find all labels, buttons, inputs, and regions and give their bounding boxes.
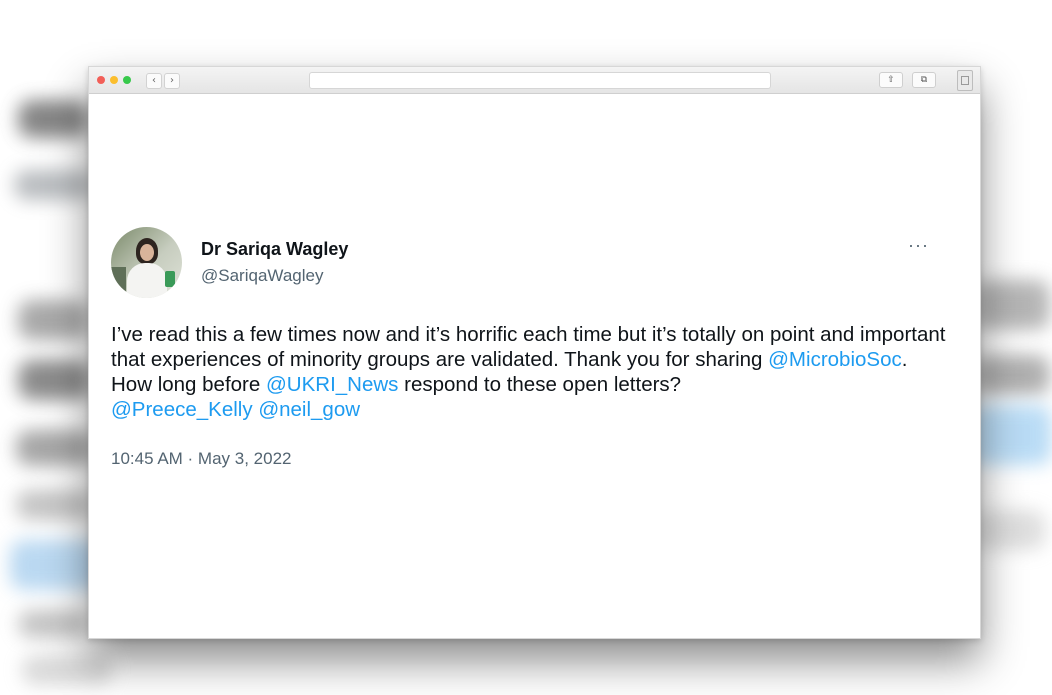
blurred-block <box>18 610 88 638</box>
back-button[interactable]: ‹ <box>146 73 162 89</box>
address-bar[interactable] <box>309 72 771 89</box>
browser-titlebar: ‹ › ⇧ ⧉ <box>89 67 980 94</box>
blurred-block <box>975 510 1045 550</box>
browser-window: ‹ › ⇧ ⧉ Dr Sariqa Wagley @SariqaWagley ·… <box>88 66 981 639</box>
chevron-right-icon: › <box>170 75 174 86</box>
share-button[interactable]: ⇧ <box>879 72 903 88</box>
tweet-text: I’ve read this a few times now and it’s … <box>111 322 951 422</box>
blurred-block <box>975 355 1050 395</box>
author-handle[interactable]: @SariqaWagley <box>201 266 323 286</box>
blurred-block <box>18 360 90 400</box>
tweet-timestamp[interactable]: 10:45 AM · May 3, 2022 <box>111 449 951 469</box>
sidebar-toggle-button[interactable] <box>957 70 973 91</box>
mention-link-microbiosoc[interactable]: @MicrobioSoc <box>768 348 902 371</box>
mention-link-neil-gow[interactable]: @neil_gow <box>258 398 360 421</box>
blurred-block <box>18 300 88 340</box>
share-icon: ⇧ <box>887 75 895 85</box>
blurred-block <box>22 655 112 685</box>
tweet-header: Dr Sariqa Wagley @SariqaWagley ··· <box>111 227 951 302</box>
blurred-block <box>14 170 92 200</box>
author-name[interactable]: Dr Sariqa Wagley <box>201 239 348 260</box>
mention-link-preece-kelly[interactable]: @Preece_Kelly <box>111 398 253 421</box>
blurred-block <box>975 280 1050 330</box>
blurred-block <box>16 490 92 520</box>
mention-link-ukri-news[interactable]: @UKRI_News <box>266 373 398 396</box>
minimize-window-button[interactable] <box>110 76 118 84</box>
chevron-left-icon: ‹ <box>152 75 156 86</box>
blurred-block <box>972 405 1052 465</box>
tweet-card: Dr Sariqa Wagley @SariqaWagley ··· I’ve … <box>111 227 951 469</box>
tweet-text-segment: respond to these open letters? <box>398 373 682 396</box>
avatar[interactable] <box>111 227 182 298</box>
blurred-block <box>10 540 100 590</box>
blurred-block <box>16 430 92 466</box>
close-window-button[interactable] <box>97 76 105 84</box>
more-options-icon[interactable]: ··· <box>908 235 929 256</box>
tabs-button[interactable]: ⧉ <box>912 72 936 88</box>
blurred-block <box>18 100 88 138</box>
forward-button[interactable]: › <box>164 73 180 89</box>
tabs-icon: ⧉ <box>920 75 928 85</box>
zoom-window-button[interactable] <box>123 76 131 84</box>
